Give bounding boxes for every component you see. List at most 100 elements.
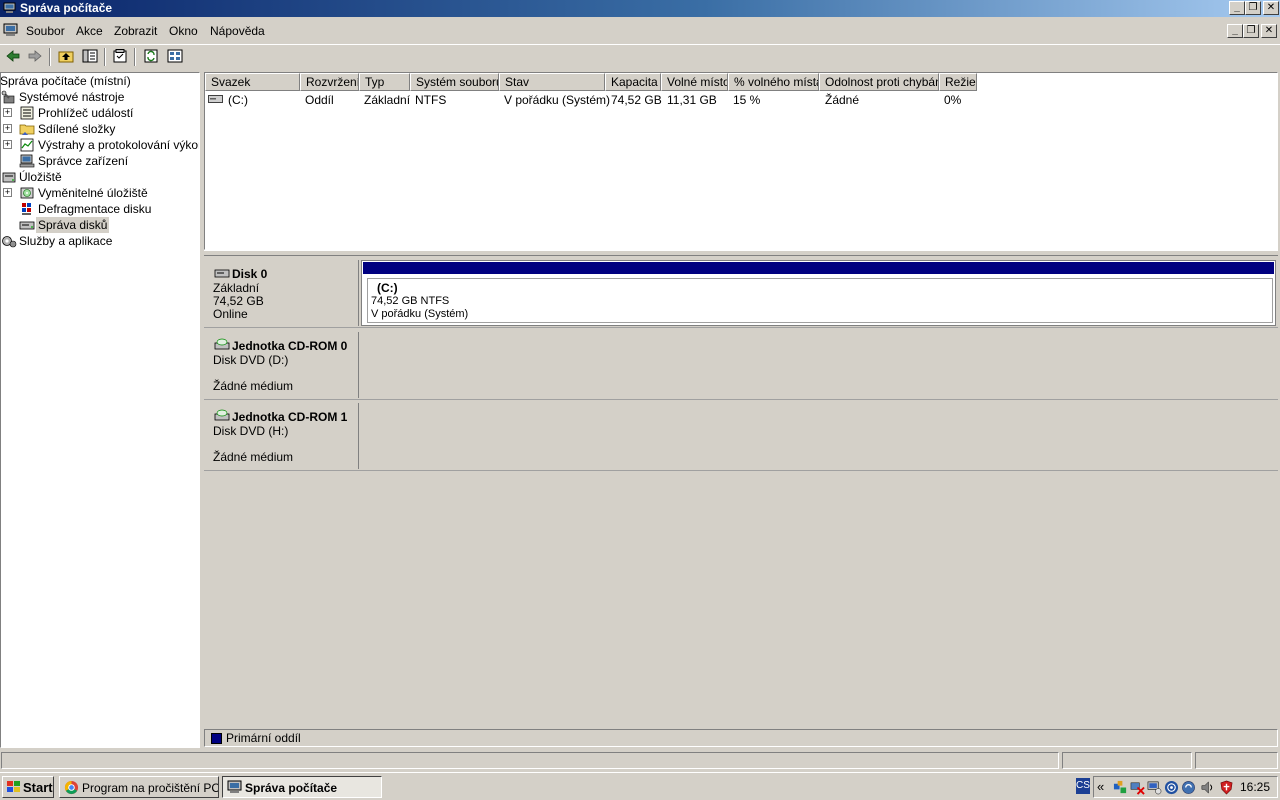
child-close-button[interactable]: ✕ — [1261, 24, 1277, 38]
tree-item-label: Vyměnitelné úložiště — [38, 186, 148, 200]
disk-type: Disk DVD (D:) — [213, 353, 289, 367]
maximize-button[interactable]: ❐ — [1245, 1, 1261, 15]
menu-bar: Soubor Akce Zobrazit Okno Nápověda — [0, 20, 1280, 42]
show-tree-button[interactable] — [80, 48, 100, 66]
show-hidden-icons-button[interactable]: « — [1097, 779, 1104, 794]
status-panel-main — [1, 752, 1059, 769]
window-title: Správa počítače — [20, 1, 113, 15]
column-header-rozvrzeni[interactable]: Rozvržení — [300, 73, 359, 91]
tree-item-label: Úložiště — [19, 170, 62, 184]
event-viewer-icon — [20, 106, 34, 120]
disk-size: 74,52 GB — [213, 294, 264, 308]
tree-item-perf-logs[interactable]: + Výstrahy a protokolování výkonu — [1, 137, 199, 153]
back-button[interactable] — [3, 48, 23, 66]
disk-type: Základní — [213, 281, 260, 295]
column-header-rezie[interactable]: Režie — [939, 73, 977, 91]
up-button[interactable] — [56, 48, 76, 66]
network-tray-icon[interactable] — [1113, 780, 1128, 795]
update-tray-icon[interactable] — [1181, 780, 1196, 795]
partition-c[interactable]: (C:) 74,52 GB NTFS V pořádku (Systém) — [367, 278, 1273, 323]
tree-item-disk-management[interactable]: Správa disků — [1, 217, 199, 233]
computer-management-icon — [3, 2, 16, 13]
console-icon[interactable] — [3, 23, 19, 37]
disk-row-cdrom1[interactable]: Jednotka CD-ROM 1 Disk DVD (H:) Žádné mé… — [204, 401, 1278, 471]
tree-item-device-manager[interactable]: Správce zařízení — [1, 153, 199, 169]
column-header-system-souboru[interactable]: Systém souborů — [410, 73, 499, 91]
disk-row-cdrom0[interactable]: Jednotka CD-ROM 0 Disk DVD (D:) Žádné mé… — [204, 330, 1278, 400]
cdrom-icon — [214, 338, 230, 350]
minimize-button[interactable]: _ — [1229, 1, 1245, 15]
up-icon — [58, 51, 74, 63]
column-header-typ[interactable]: Typ — [359, 73, 410, 91]
menu-soubor[interactable]: Soubor — [26, 24, 65, 38]
child-restore-button[interactable]: ❐ — [1243, 24, 1259, 38]
sound-tray-icon[interactable] — [1200, 780, 1215, 795]
tree-item-defragmentation[interactable]: Defragmentace disku — [1, 201, 199, 217]
chrome-icon — [64, 780, 79, 795]
properties-button[interactable] — [110, 48, 130, 66]
status-panel-2 — [1062, 752, 1192, 769]
cell-free-space: 11,31 GB — [667, 93, 717, 107]
tree-item-shared-folders[interactable]: + Sdílené složky — [1, 121, 199, 137]
disk-status: Žádné médium — [213, 450, 294, 464]
tree-item-removable-storage[interactable]: + Vyměnitelné úložiště — [1, 185, 199, 201]
console-tree[interactable]: Správa počítače (místní) Systémové nástr… — [0, 72, 200, 748]
partition-status: V pořádku (Systém) — [371, 308, 469, 320]
disk-graphical-view[interactable]: Disk 0 Základní 74,52 GB Online (C:) 74,… — [204, 256, 1278, 728]
tree-item-label: Prohlížeč událostí — [38, 106, 134, 120]
monitor-tray-icon[interactable] — [1147, 780, 1162, 795]
clock[interactable]: 16:25 — [1240, 780, 1270, 794]
column-header-svazek[interactable]: Svazek — [205, 73, 300, 91]
refresh-button[interactable] — [141, 48, 161, 66]
antivirus-tray-icon[interactable] — [1219, 780, 1234, 795]
toolbar-separator — [49, 48, 51, 66]
close-button[interactable]: ✕ — [1263, 1, 1279, 15]
forward-button[interactable] — [25, 48, 45, 66]
network-disconnected-icon[interactable] — [1130, 780, 1145, 795]
defrag-icon — [22, 203, 31, 215]
start-button[interactable]: Start — [2, 776, 54, 798]
expand-icon[interactable]: + — [3, 124, 12, 133]
expand-icon[interactable]: + — [3, 140, 12, 149]
column-header-volne-misto[interactable]: Volné místo — [661, 73, 728, 91]
menu-okno[interactable]: Okno — [169, 24, 198, 38]
device-manager-icon — [19, 154, 35, 168]
disk-row-disk0[interactable]: Disk 0 Základní 74,52 GB Online (C:) 74,… — [204, 258, 1278, 328]
menu-napoveda[interactable]: Nápověda — [210, 24, 265, 38]
column-header-procent-volneho[interactable]: % volného místa — [728, 73, 819, 91]
wireless-tray-icon[interactable] — [1164, 780, 1179, 795]
refresh-icon — [144, 49, 158, 63]
column-header-kapacita[interactable]: Kapacita — [605, 73, 661, 91]
disk-status: Žádné médium — [213, 379, 294, 393]
column-header-odolnost[interactable]: Odolnost proti chybám — [819, 73, 939, 91]
disk-info-cdrom1[interactable]: Jednotka CD-ROM 1 Disk DVD (H:) Žádné mé… — [206, 403, 359, 469]
volume-drive-icon — [208, 95, 223, 103]
menu-zobrazit[interactable]: Zobrazit — [114, 24, 157, 38]
taskbar-button-label: Správa počítače — [245, 781, 338, 795]
disk-info-cdrom0[interactable]: Jednotka CD-ROM 0 Disk DVD (D:) Žádné mé… — [206, 332, 359, 398]
partition-area[interactable]: (C:) 74,52 GB NTFS V pořádku (Systém) — [361, 260, 1276, 326]
disk-management-icon — [19, 221, 35, 230]
disk-info-disk0[interactable]: Disk 0 Základní 74,52 GB Online — [206, 260, 359, 326]
taskbar-button-computer-management[interactable]: Správa počítače — [222, 776, 382, 798]
volume-list[interactable]: Svazek Rozvržení Typ Systém souborů Stav… — [204, 72, 1278, 250]
disk-status: Online — [213, 307, 248, 321]
computer-management-icon — [227, 780, 242, 793]
menu-akce[interactable]: Akce — [76, 24, 103, 38]
toolbar-separator — [104, 48, 106, 66]
partition-name: (C:) — [377, 281, 398, 295]
child-minimize-button[interactable]: _ — [1227, 24, 1243, 38]
show-tree-icon — [82, 49, 98, 63]
cell-layout: Oddíl — [305, 93, 334, 107]
windows-logo-icon — [7, 781, 20, 792]
tree-item-label: Systémové nástroje — [19, 90, 125, 104]
disk-name: Jednotka CD-ROM 0 — [232, 339, 348, 353]
tree-item-event-viewer[interactable]: + Prohlížeč událostí — [1, 105, 199, 121]
taskbar-button-cleanup[interactable]: Program na pročištění PC... — [59, 776, 219, 798]
column-header-stav[interactable]: Stav — [499, 73, 605, 91]
expand-icon[interactable]: + — [3, 108, 12, 117]
help-button[interactable] — [165, 48, 185, 66]
tree-item-label: Správce zařízení — [38, 154, 129, 168]
language-indicator[interactable]: CS — [1076, 778, 1090, 794]
expand-icon[interactable]: + — [3, 188, 12, 197]
